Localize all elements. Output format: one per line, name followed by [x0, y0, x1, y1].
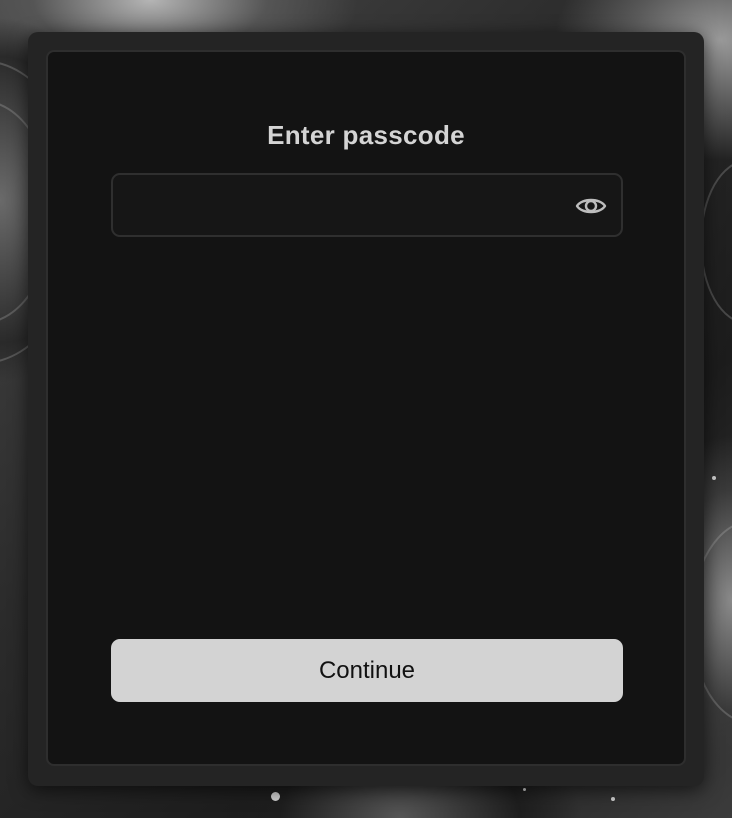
wallpaper-star: [611, 797, 615, 801]
passcode-input[interactable]: [127, 185, 561, 227]
wallpaper-star: [271, 792, 280, 801]
eye-icon[interactable]: [575, 190, 607, 222]
continue-button[interactable]: Continue: [111, 639, 623, 702]
dialog-title: Enter passcode: [267, 120, 465, 150]
passcode-field[interactable]: [111, 173, 623, 237]
wallpaper-swirl: [700, 160, 732, 324]
wallpaper-star: [523, 788, 526, 791]
wallpaper-star: [712, 476, 716, 480]
